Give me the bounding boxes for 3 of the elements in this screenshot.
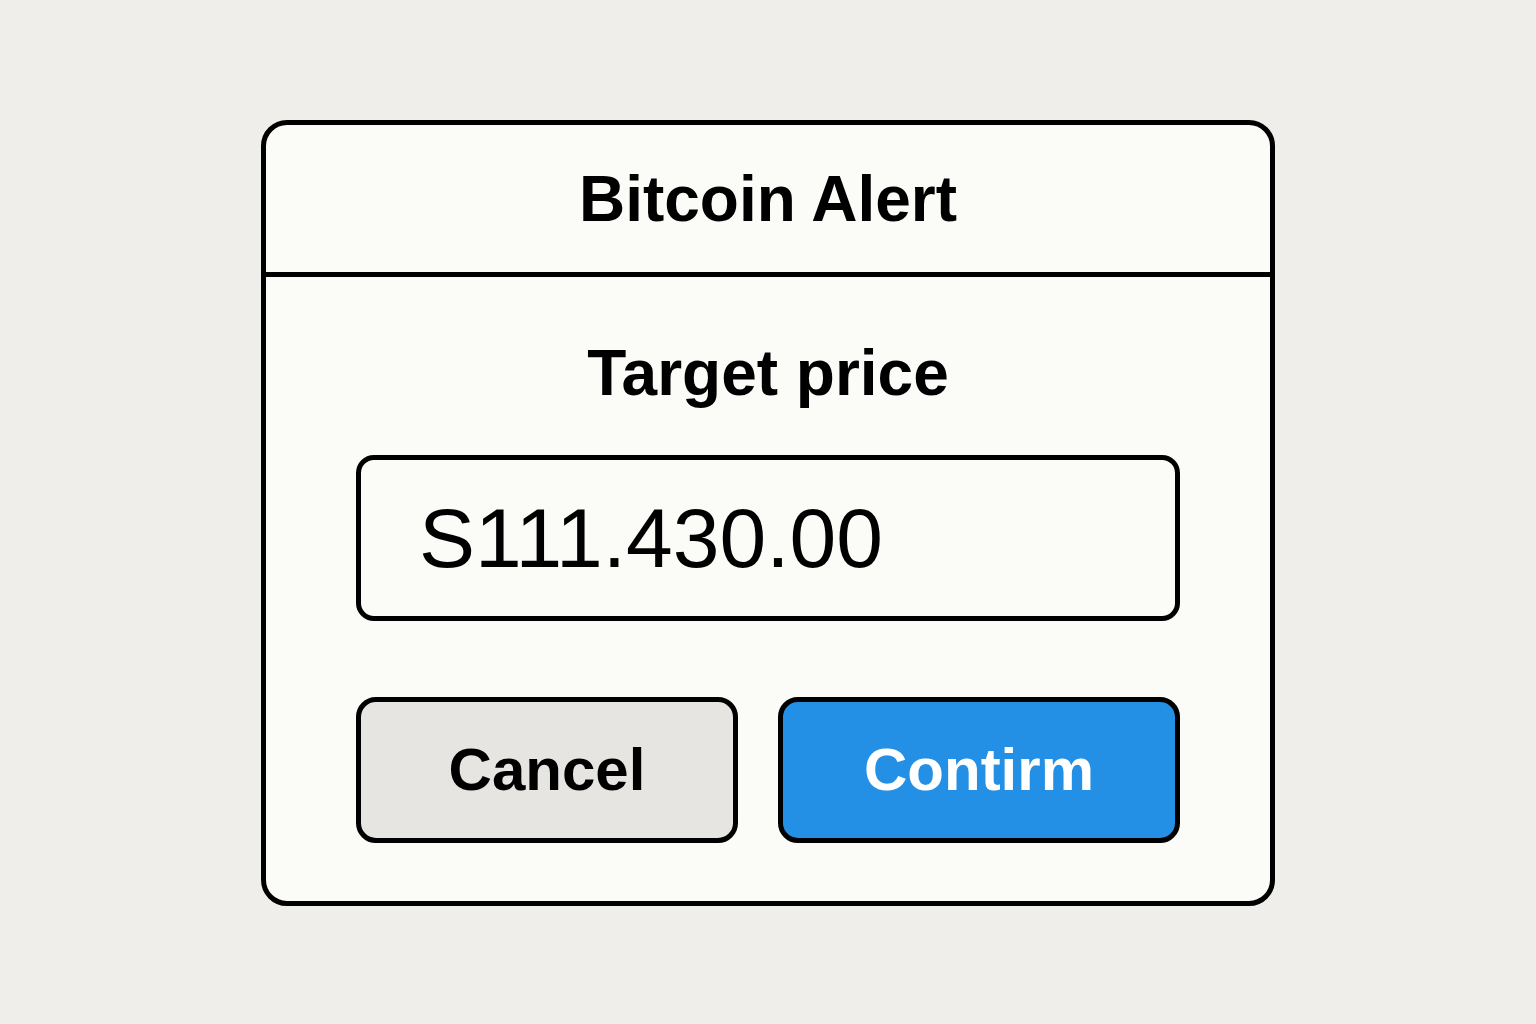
cancel-button[interactable]: Cancel	[356, 697, 738, 843]
price-input[interactable]: S111.430.00	[356, 455, 1180, 621]
dialog-title: Bitcoin Alert	[578, 161, 958, 237]
